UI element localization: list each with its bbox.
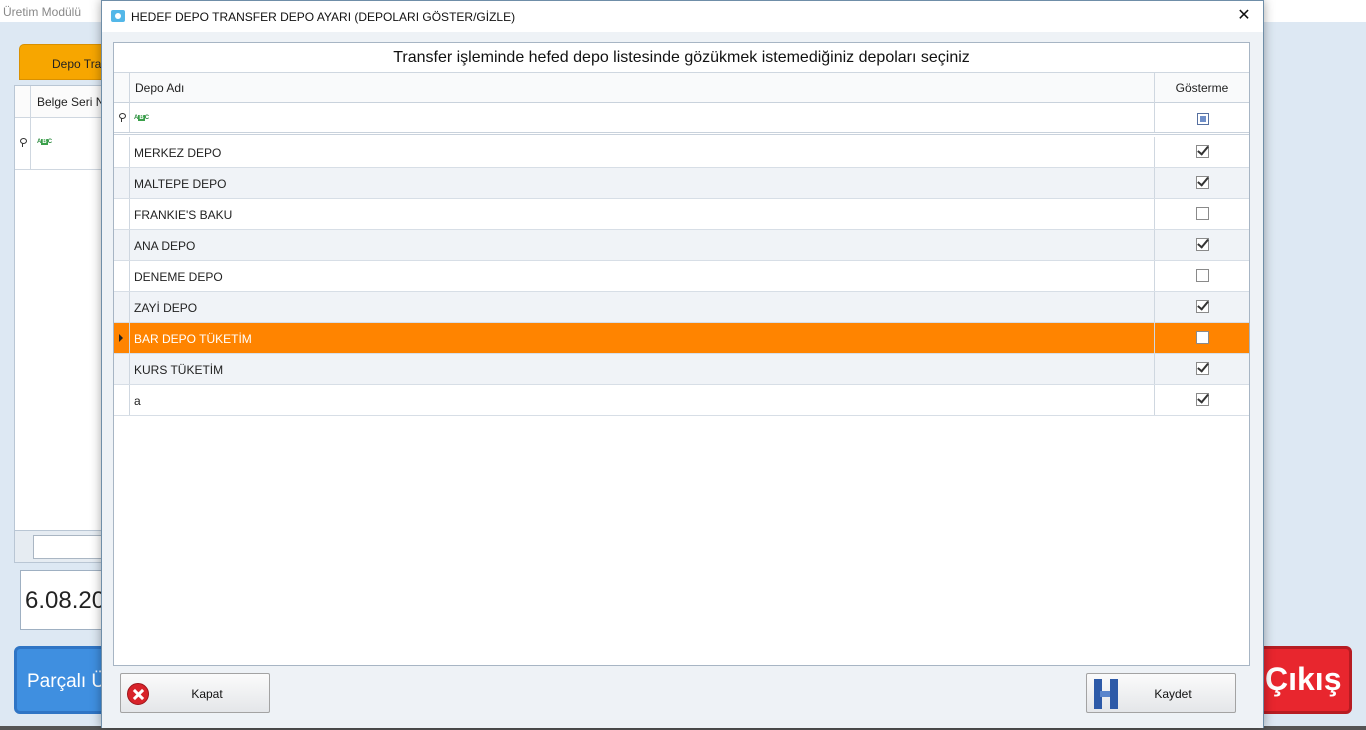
background-app-title: Üretim Modülü [3, 5, 82, 19]
column-header-gosterme[interactable]: Gösterme [1155, 73, 1249, 103]
panel-caption: Transfer işleminde hefed depo listesinde… [114, 43, 1249, 73]
cell-gosterme [1155, 137, 1249, 167]
row-selector[interactable] [114, 230, 130, 260]
table-row[interactable]: MALTEPE DEPO [114, 168, 1249, 199]
current-row-arrow-icon [119, 334, 123, 342]
row-selector[interactable] [114, 354, 130, 384]
row-selector[interactable] [114, 385, 130, 415]
depot-grid-panel: Transfer işleminde hefed depo listesinde… [113, 42, 1250, 666]
depot-name: MALTEPE DEPO [134, 177, 227, 191]
depot-name: MERKEZ DEPO [134, 146, 222, 160]
depot-name: BAR DEPO TÜKETİM [134, 332, 252, 346]
table-row[interactable]: ZAYİ DEPO [114, 292, 1249, 323]
gosterme-checkbox[interactable] [1196, 300, 1209, 313]
depot-name: ZAYİ DEPO [134, 301, 198, 315]
cell-depo-adi[interactable]: BAR DEPO TÜKETİM [130, 323, 1155, 353]
background-grid-header: Belge Seri No [15, 86, 113, 118]
depot-visibility-dialog: HEDEF DEPO TRANSFER DEPO AYARI (DEPOLARI… [101, 0, 1264, 728]
grid-header: Depo Adı Gösterme [114, 73, 1249, 103]
parcali-uretim-button[interactable]: Parçalı Üretim [14, 646, 114, 714]
cell-depo-adi[interactable]: MERKEZ DEPO [130, 137, 1155, 167]
cell-depo-adi[interactable]: a [130, 385, 1155, 415]
row-selector[interactable] [114, 137, 130, 167]
table-row[interactable]: KURS TÜKETİM [114, 354, 1249, 385]
column-header-depo-adi[interactable]: Depo Adı [130, 73, 1155, 103]
cell-depo-adi[interactable]: KURS TÜKETİM [130, 354, 1155, 384]
filter-icon [119, 113, 126, 122]
table-row[interactable]: DENEME DEPO [114, 261, 1249, 292]
row-selector[interactable] [114, 292, 130, 322]
row-selector[interactable] [114, 323, 130, 353]
app-icon [111, 10, 125, 22]
cell-gosterme [1155, 323, 1249, 353]
filter-depo-adi[interactable]: ABC [130, 103, 1155, 132]
depot-name: DENEME DEPO [134, 270, 223, 284]
depot-name: FRANKIE'S BAKU [134, 208, 233, 222]
cell-depo-adi[interactable]: FRANKIE'S BAKU [130, 199, 1155, 229]
table-row[interactable]: BAR DEPO TÜKETİM [114, 323, 1249, 354]
row-selector-header [114, 73, 130, 103]
background-grid-footer [14, 530, 114, 563]
cell-gosterme [1155, 168, 1249, 198]
depot-name: KURS TÜKETİM [134, 363, 224, 377]
indeterminate-checkbox-icon[interactable] [1197, 113, 1209, 125]
background-grid: Belge Seri No ABC [14, 85, 114, 563]
cell-depo-adi[interactable]: ZAYİ DEPO [130, 292, 1155, 322]
gosterme-checkbox[interactable] [1196, 362, 1209, 375]
cell-gosterme [1155, 261, 1249, 291]
depot-name: a [134, 394, 141, 408]
filter-icon [20, 138, 27, 147]
gosterme-checkbox[interactable] [1196, 269, 1209, 282]
dialog-body: Transfer işleminde hefed depo listesinde… [102, 32, 1263, 728]
table-row[interactable]: MERKEZ DEPO [114, 137, 1249, 168]
cell-gosterme [1155, 354, 1249, 384]
exit-button[interactable]: Çıkış [1250, 646, 1352, 714]
filter-gosterme[interactable] [1155, 103, 1249, 132]
background-date-field[interactable]: 6.08.2024 [20, 570, 110, 630]
background-grid-filter-row[interactable]: ABC [15, 118, 113, 170]
kaydet-button[interactable]: Kaydet [1086, 673, 1236, 713]
table-row[interactable]: a [114, 385, 1249, 416]
dialog-title: HEDEF DEPO TRANSFER DEPO AYARI (DEPOLARI… [131, 10, 516, 24]
gosterme-checkbox[interactable] [1196, 393, 1209, 406]
gosterme-checkbox[interactable] [1196, 207, 1209, 220]
gosterme-checkbox[interactable] [1196, 145, 1209, 158]
depot-name: ANA DEPO [134, 239, 196, 253]
background-grid-header-belge-seri[interactable]: Belge Seri No [37, 95, 111, 109]
cell-depo-adi[interactable]: MALTEPE DEPO [130, 168, 1155, 198]
text-filter-icon: ABC [37, 139, 53, 145]
cell-depo-adi[interactable]: DENEME DEPO [130, 261, 1155, 291]
close-icon[interactable]: ✕ [1229, 3, 1259, 29]
kapat-button[interactable]: Kapat [120, 673, 270, 713]
grid-filter-row: ABC [114, 103, 1249, 135]
cell-gosterme [1155, 292, 1249, 322]
table-row[interactable]: FRANKIE'S BAKU [114, 199, 1249, 230]
cell-gosterme [1155, 199, 1249, 229]
dialog-titlebar: HEDEF DEPO TRANSFER DEPO AYARI (DEPOLARI… [102, 1, 1263, 32]
gosterme-checkbox[interactable] [1196, 331, 1209, 344]
cell-depo-adi[interactable]: ANA DEPO [130, 230, 1155, 260]
cell-gosterme [1155, 230, 1249, 260]
text-filter-icon: ABC [134, 115, 150, 121]
row-selector[interactable] [114, 261, 130, 291]
gosterme-checkbox[interactable] [1196, 238, 1209, 251]
table-row[interactable]: ANA DEPO [114, 230, 1249, 261]
row-selector[interactable] [114, 199, 130, 229]
row-selector[interactable] [114, 168, 130, 198]
grid-rows: MERKEZ DEPO MALTEPE DEPO FRANKIE'S BAKU ANA… [114, 137, 1249, 416]
gosterme-checkbox[interactable] [1196, 176, 1209, 189]
cell-gosterme [1155, 385, 1249, 415]
